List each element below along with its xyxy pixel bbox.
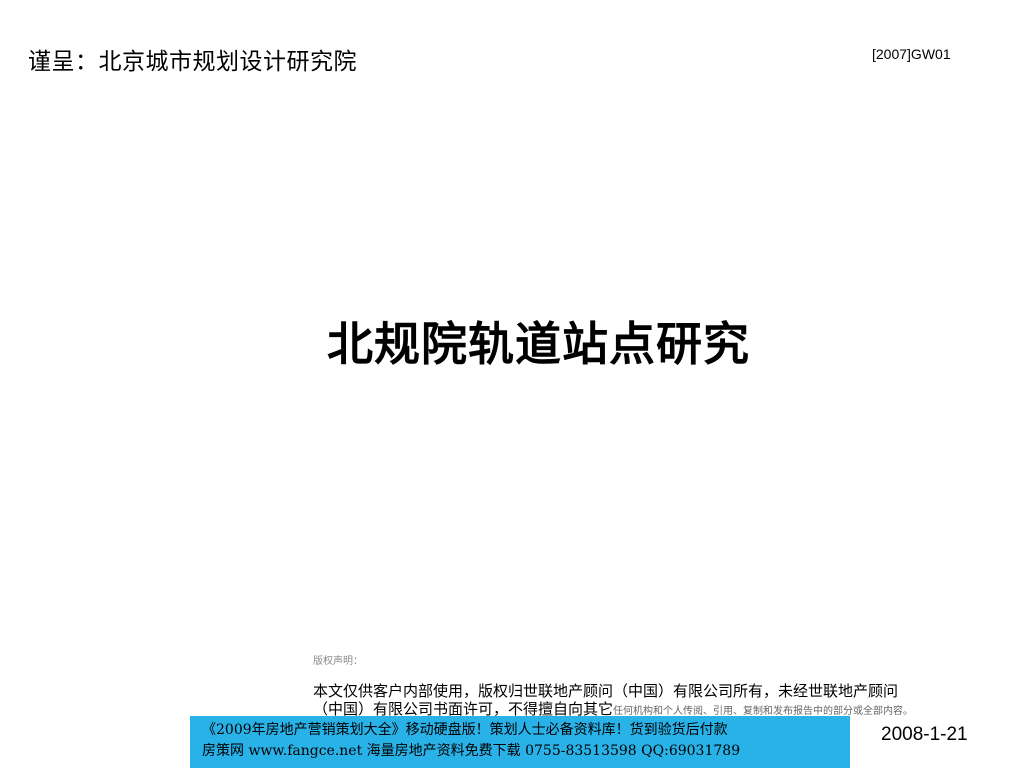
document-date: 2008-1-21	[881, 724, 968, 745]
slide-page: 谨呈：北京城市规划设计研究院 [2007]GW01 北规院轨道站点研究 版权声明…	[0, 0, 1024, 768]
copyright-label: 版权声明：	[313, 656, 363, 667]
ad-banner[interactable]: 《2009年房地产营销策划大全》移动硬盘版！策划人士必备资料库！货到验货后付款 …	[190, 716, 850, 768]
ad-banner-line-1: 《2009年房地产营销策划大全》移动硬盘版！策划人士必备资料库！货到验货后付款	[202, 722, 728, 738]
ad-banner-line-2[interactable]: 房策网 www.fangce.net 海量房地产资料免费下载 0755-8351…	[202, 741, 850, 762]
copyright-line-1: 本文仅供客户内部使用，版权归世联地产顾问（中国）有限公司所有，未经世联地产顾问	[313, 682, 899, 700]
page-title: 北规院轨道站点研究	[327, 317, 750, 371]
recipient-heading: 谨呈：北京城市规划设计研究院	[28, 49, 357, 75]
document-code: [2007]GW01	[872, 46, 951, 62]
